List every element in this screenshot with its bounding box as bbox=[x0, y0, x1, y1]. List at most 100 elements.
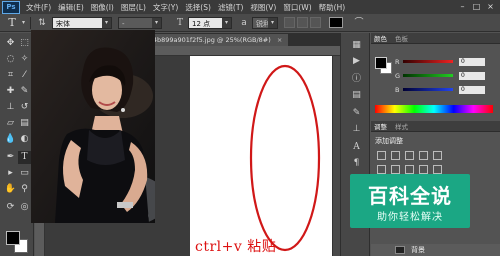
exposure-icon[interactable] bbox=[419, 151, 428, 160]
slider-blue-label: B bbox=[395, 85, 400, 94]
slider-green-value[interactable]: 0 bbox=[459, 71, 485, 80]
text-color-swatch[interactable] bbox=[329, 17, 343, 28]
color-spectrum-bar[interactable] bbox=[375, 105, 493, 113]
canvas-annotation-text: ctrl+v 粘贴 bbox=[195, 239, 277, 255]
magic-wand-tool-icon[interactable]: ✧ bbox=[18, 53, 31, 66]
healing-brush-tool-icon[interactable]: ✚ bbox=[4, 85, 17, 98]
vertical-scrollbar[interactable] bbox=[332, 56, 340, 256]
tab-swatches[interactable]: 色板 bbox=[395, 33, 408, 43]
menu-filter[interactable]: 滤镜(T) bbox=[218, 2, 243, 13]
paragraph-panel-icon[interactable]: ¶ bbox=[350, 157, 363, 170]
slider-blue-track[interactable] bbox=[403, 88, 453, 91]
history-brush-tool-icon[interactable]: ↺ bbox=[18, 101, 31, 114]
dodge-tool-icon[interactable]: ◐ bbox=[18, 133, 31, 146]
hand-tool-icon[interactable]: ✋ bbox=[4, 183, 17, 196]
menu-select[interactable]: 选择(S) bbox=[185, 2, 211, 13]
layer-name: 背景 bbox=[411, 246, 425, 254]
red-ellipse-shape bbox=[249, 64, 321, 252]
levels-icon[interactable] bbox=[391, 151, 400, 160]
history-panel-icon[interactable]: ▦ bbox=[350, 39, 363, 52]
clone-stamp-tool-icon[interactable]: ⊥ bbox=[4, 101, 17, 114]
channel-mixer-icon[interactable] bbox=[433, 165, 442, 174]
menu-layer[interactable]: 图层(L) bbox=[121, 2, 146, 13]
slider-green[interactable]: G 0 bbox=[395, 71, 485, 80]
menu-type[interactable]: 文字(Y) bbox=[153, 2, 178, 13]
lasso-tool-icon[interactable]: ◌ bbox=[4, 53, 17, 66]
adjustments-panel-header: 调整 样式 bbox=[371, 121, 500, 132]
crop-tool-icon[interactable]: ⌗ bbox=[4, 69, 17, 82]
layer-row-background[interactable]: 背景 bbox=[371, 244, 500, 256]
close-button[interactable]: × bbox=[485, 1, 496, 12]
info-panel-icon[interactable]: ⓘ bbox=[350, 73, 363, 86]
pen-tool-icon[interactable]: ✒ bbox=[4, 151, 17, 164]
blur-tool-icon[interactable]: 💧 bbox=[4, 133, 17, 146]
menu-file[interactable]: 文件(F) bbox=[26, 2, 51, 13]
tools-panel: ✥ ⬚ ◌ ✧ ⌗ ⁄ ✚ ✎ ⊥ ↺ ▱ ▤ 💧 ◐ ✒ T ▸ ▭ ✋ ⚲ … bbox=[0, 33, 34, 256]
character-panel-icon[interactable]: A bbox=[350, 141, 363, 154]
color-balance-icon[interactable] bbox=[391, 165, 400, 174]
properties-panel-icon[interactable]: ▤ bbox=[350, 89, 363, 102]
font-family-value: 宋体 bbox=[56, 19, 70, 28]
tab-styles[interactable]: 样式 bbox=[395, 121, 408, 131]
pasted-photo bbox=[31, 30, 155, 223]
align-left-button[interactable] bbox=[284, 17, 295, 28]
photo-filter-icon[interactable] bbox=[419, 165, 428, 174]
slider-green-track[interactable] bbox=[403, 74, 453, 77]
font-style-select[interactable]: - ▾ bbox=[118, 16, 162, 29]
font-size-select[interactable]: 12 点 ▾ bbox=[188, 16, 232, 29]
3d-rotate-tool-icon[interactable]: ⟳ bbox=[4, 201, 17, 214]
panel-foreground-swatch[interactable] bbox=[375, 57, 387, 69]
marquee-tool-icon[interactable]: ⬚ bbox=[18, 37, 31, 50]
menu-view[interactable]: 视图(V) bbox=[250, 2, 276, 13]
slider-red-label: R bbox=[395, 57, 400, 66]
zoom-tool-icon[interactable]: ⚲ bbox=[18, 183, 31, 196]
tab-color[interactable]: 颜色 bbox=[374, 33, 387, 43]
menu-window[interactable]: 窗口(W) bbox=[283, 2, 311, 13]
chevron-down-icon: ▾ bbox=[102, 17, 111, 28]
black-white-icon[interactable] bbox=[405, 165, 414, 174]
align-right-button[interactable] bbox=[310, 17, 321, 28]
minimize-button[interactable]: – bbox=[457, 1, 468, 12]
watermark-subtitle: 助你轻松解决 bbox=[377, 212, 443, 223]
orientation-toggle-icon[interactable]: ⇅ bbox=[36, 17, 48, 29]
slider-red-track[interactable] bbox=[403, 60, 453, 63]
slider-blue[interactable]: B 0 bbox=[395, 85, 485, 94]
maximize-button[interactable]: □ bbox=[471, 1, 482, 12]
type-tool-icon[interactable]: T bbox=[18, 151, 31, 164]
add-adjustment-label: 添加调整 bbox=[375, 137, 403, 145]
anti-alias-select[interactable]: 锐利 ▾ bbox=[252, 16, 278, 29]
chevron-down-icon[interactable]: ▾ bbox=[20, 18, 27, 28]
brush-panel-icon[interactable]: ✎ bbox=[350, 107, 363, 120]
tab-adjustments[interactable]: 调整 bbox=[374, 121, 387, 131]
align-center-button[interactable] bbox=[297, 17, 308, 28]
vibrance-icon[interactable] bbox=[433, 151, 442, 160]
foreground-color-swatch[interactable] bbox=[6, 231, 20, 245]
slider-red[interactable]: R 0 bbox=[395, 57, 485, 66]
slider-blue-value[interactable]: 0 bbox=[459, 85, 485, 94]
color-panel: 颜色 色板 R 0 G 0 B 0 bbox=[371, 33, 500, 117]
curves-icon[interactable] bbox=[405, 151, 414, 160]
3d-camera-tool-icon[interactable]: ◎ bbox=[18, 201, 31, 214]
move-tool-icon[interactable]: ✥ bbox=[4, 37, 17, 50]
menu-image[interactable]: 图像(I) bbox=[91, 2, 114, 13]
gradient-tool-icon[interactable]: ▤ bbox=[18, 117, 31, 130]
actions-panel-icon[interactable]: ▶ bbox=[350, 55, 363, 68]
hue-saturation-icon[interactable] bbox=[377, 165, 386, 174]
clone-source-panel-icon[interactable]: ⊥ bbox=[350, 123, 363, 136]
text-tool-preset[interactable]: T bbox=[4, 16, 20, 30]
woman-photo-illustration bbox=[31, 30, 155, 223]
watermark-title: 百科全说 bbox=[368, 184, 452, 208]
warp-text-icon[interactable]: ⌒ bbox=[353, 17, 365, 29]
font-style-value: - bbox=[122, 19, 125, 28]
path-selection-tool-icon[interactable]: ▸ bbox=[4, 167, 17, 180]
eraser-tool-icon[interactable]: ▱ bbox=[4, 117, 17, 130]
shape-tool-icon[interactable]: ▭ bbox=[18, 167, 31, 180]
eyedropper-tool-icon[interactable]: ⁄ bbox=[18, 69, 31, 82]
menu-help[interactable]: 帮助(H) bbox=[319, 2, 346, 13]
close-icon[interactable]: × bbox=[277, 36, 282, 44]
menu-edit[interactable]: 编辑(E) bbox=[58, 2, 84, 13]
brush-tool-icon[interactable]: ✎ bbox=[18, 85, 31, 98]
font-family-select[interactable]: 宋体 ▾ bbox=[52, 16, 112, 29]
slider-red-value[interactable]: 0 bbox=[459, 57, 485, 66]
brightness-icon[interactable] bbox=[377, 151, 386, 160]
